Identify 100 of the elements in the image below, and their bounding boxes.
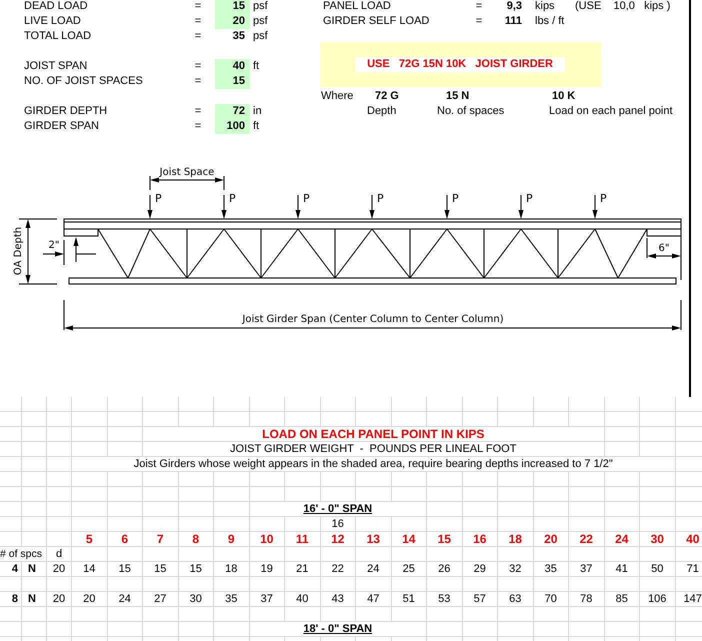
empty-cell	[108, 517, 143, 532]
table-cell: 16	[320, 517, 356, 532]
empty-cell	[143, 547, 178, 562]
table-cell: 20	[47, 562, 72, 577]
empty-cell	[427, 487, 462, 502]
empty-cell	[72, 442, 108, 457]
value-cell[interactable]: 40	[215, 59, 250, 74]
empty-cell	[285, 577, 320, 592]
empty-cell	[640, 412, 676, 427]
dimension-label: 2"	[48, 240, 60, 251]
column-header: 40	[676, 532, 702, 547]
empty-cell	[569, 622, 604, 637]
empty-cell	[427, 412, 462, 427]
equals-sign: =	[474, 14, 484, 30]
empty-cell	[22, 607, 47, 622]
empty-cell	[569, 577, 604, 592]
empty-cell	[72, 547, 108, 562]
dimension-label: Joist Space	[160, 167, 214, 178]
empty-cell	[178, 487, 214, 502]
empty-cell	[462, 517, 498, 532]
empty-cell	[604, 577, 640, 592]
value-cell-text: 9,3	[506, 0, 522, 14]
equals-sign: =	[194, 29, 202, 44]
column-header: 30	[640, 532, 676, 547]
dimension-label: Joist Girder Span (Center Column to Center Column)	[242, 314, 504, 325]
table-cell: 41	[604, 562, 640, 577]
equals-sign: =	[194, 59, 202, 74]
empty-cell	[285, 607, 320, 622]
empty-cell	[462, 487, 498, 502]
empty-cell	[320, 397, 356, 412]
extension-line	[680, 300, 682, 330]
empty-cell	[569, 397, 604, 412]
table-cell: 50	[640, 562, 676, 577]
load-arrow	[148, 194, 152, 219]
span-heading: 16' - 0" SPAN	[303, 502, 372, 516]
empty-cell	[0, 412, 22, 427]
table-cell: 24	[356, 562, 392, 577]
empty-cell	[0, 607, 22, 622]
value-cell[interactable]: 15	[215, 0, 250, 14]
empty-cell	[534, 607, 569, 622]
table-cell: 27	[143, 592, 178, 607]
empty-cell	[0, 622, 22, 637]
equals-sign: =	[474, 0, 484, 14]
value-cell[interactable]: 100	[215, 119, 250, 134]
equals-sign: =	[194, 0, 202, 14]
empty-cell	[72, 622, 108, 637]
empty-cell	[22, 442, 47, 457]
empty-cell	[569, 502, 604, 517]
table-cell: 14	[72, 562, 108, 577]
empty-cell	[427, 577, 462, 592]
empty-cell	[534, 412, 569, 427]
load-label: P	[600, 192, 607, 205]
empty-cell	[250, 412, 285, 427]
empty-cell	[356, 397, 392, 412]
table-cell: 20	[47, 592, 72, 607]
empty-cell	[72, 412, 108, 427]
table-cell: 20	[72, 592, 108, 607]
empty-cell	[0, 517, 22, 532]
empty-cell	[250, 547, 285, 562]
empty-cell	[214, 487, 250, 502]
load-arrow	[592, 194, 598, 219]
empty-cell	[143, 607, 178, 622]
empty-cell	[320, 547, 356, 562]
empty-cell	[462, 622, 498, 637]
empty-cell	[47, 472, 72, 487]
legend-code: 10 K	[552, 89, 576, 104]
empty-cell	[604, 607, 640, 622]
empty-cell	[143, 517, 178, 532]
empty-cell	[22, 622, 47, 637]
empty-cell	[250, 397, 285, 412]
empty-cell	[640, 487, 676, 502]
table-cell: 40	[285, 592, 320, 607]
equals-sign: =	[194, 14, 202, 30]
value-cell[interactable]: 72	[215, 104, 250, 119]
empty-cell	[22, 457, 47, 472]
empty-cell	[214, 412, 250, 427]
empty-cell	[498, 397, 534, 412]
empty-cell	[604, 487, 640, 502]
empty-cell	[534, 622, 569, 637]
empty-cell	[498, 622, 534, 637]
empty-cell	[108, 412, 143, 427]
field-label: LIVE LOAD	[24, 14, 82, 30]
table-cell: 35	[214, 592, 250, 607]
value-cell[interactable]: 15	[215, 74, 250, 89]
table-cell: 32	[498, 562, 534, 577]
table-cell: 53	[427, 592, 462, 607]
empty-cell	[143, 622, 178, 637]
dimension-arrow	[647, 254, 681, 258]
empty-cell	[534, 487, 569, 502]
empty-cell	[462, 547, 498, 562]
empty-cell	[285, 412, 320, 427]
legend-meaning: No. of spaces	[437, 104, 504, 120]
empty-cell	[356, 547, 392, 562]
table-cell: 19	[250, 562, 285, 577]
empty-cell	[640, 577, 676, 592]
value-cell[interactable]: 20	[215, 14, 250, 29]
empty-cell	[22, 577, 47, 592]
table-cell: 24	[108, 592, 143, 607]
empty-cell	[47, 442, 72, 457]
dimension-label: 6"	[658, 243, 670, 254]
